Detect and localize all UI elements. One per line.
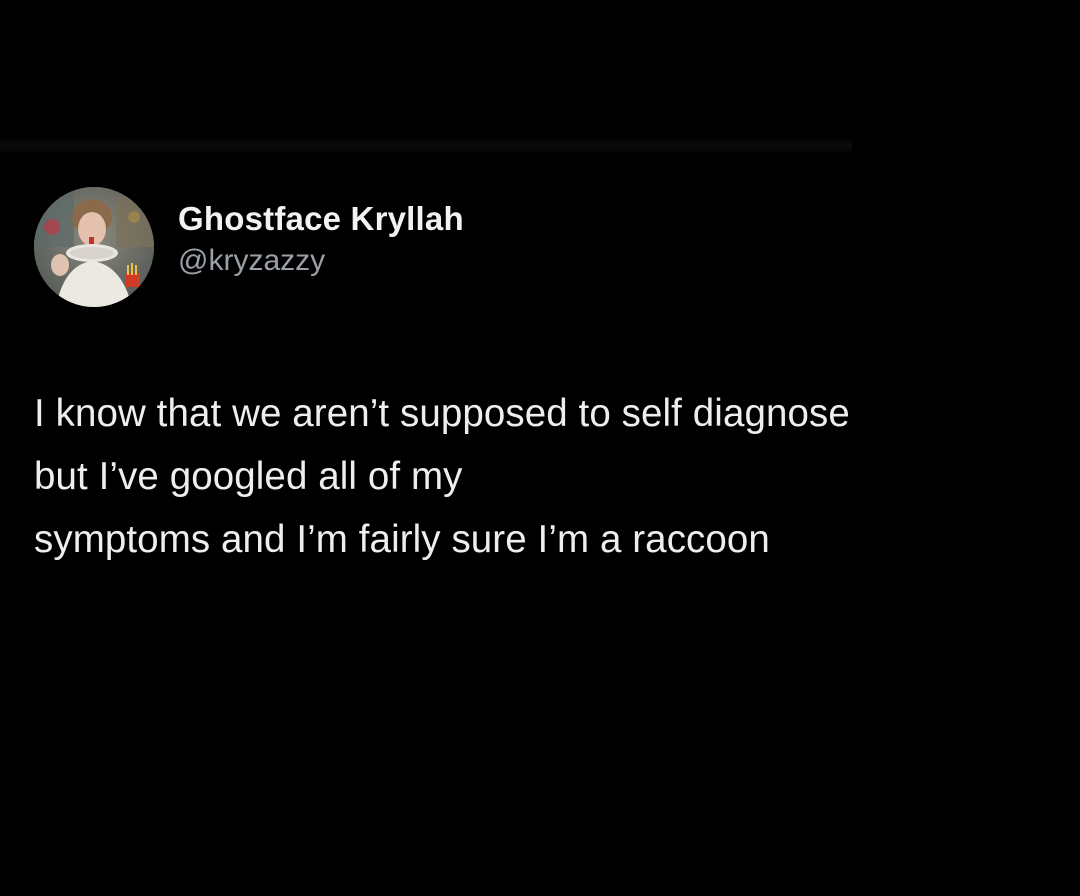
author-info: Ghostface Kryllah @kryzazzy [178, 199, 464, 281]
avatar-image [34, 187, 154, 307]
tweet-text-line: I know that we aren’t supposed to self d… [34, 392, 850, 435]
tweet-text-line: symptoms and I’m fairly sure I’m a racco… [34, 518, 770, 561]
author-display-name[interactable]: Ghostface Kryllah [178, 199, 464, 239]
top-divider [0, 140, 852, 152]
tweet-text: I know that we aren’t supposed to self d… [34, 382, 1044, 571]
tweet-header: Ghostface Kryllah @kryzazzy [34, 186, 1044, 308]
author-handle[interactable]: @kryzazzy [178, 241, 464, 281]
avatar[interactable] [34, 187, 154, 307]
tweet-card[interactable]: Ghostface Kryllah @kryzazzy I know that … [34, 186, 1044, 571]
tweet-text-line: but I’ve googled all of my [34, 455, 463, 498]
